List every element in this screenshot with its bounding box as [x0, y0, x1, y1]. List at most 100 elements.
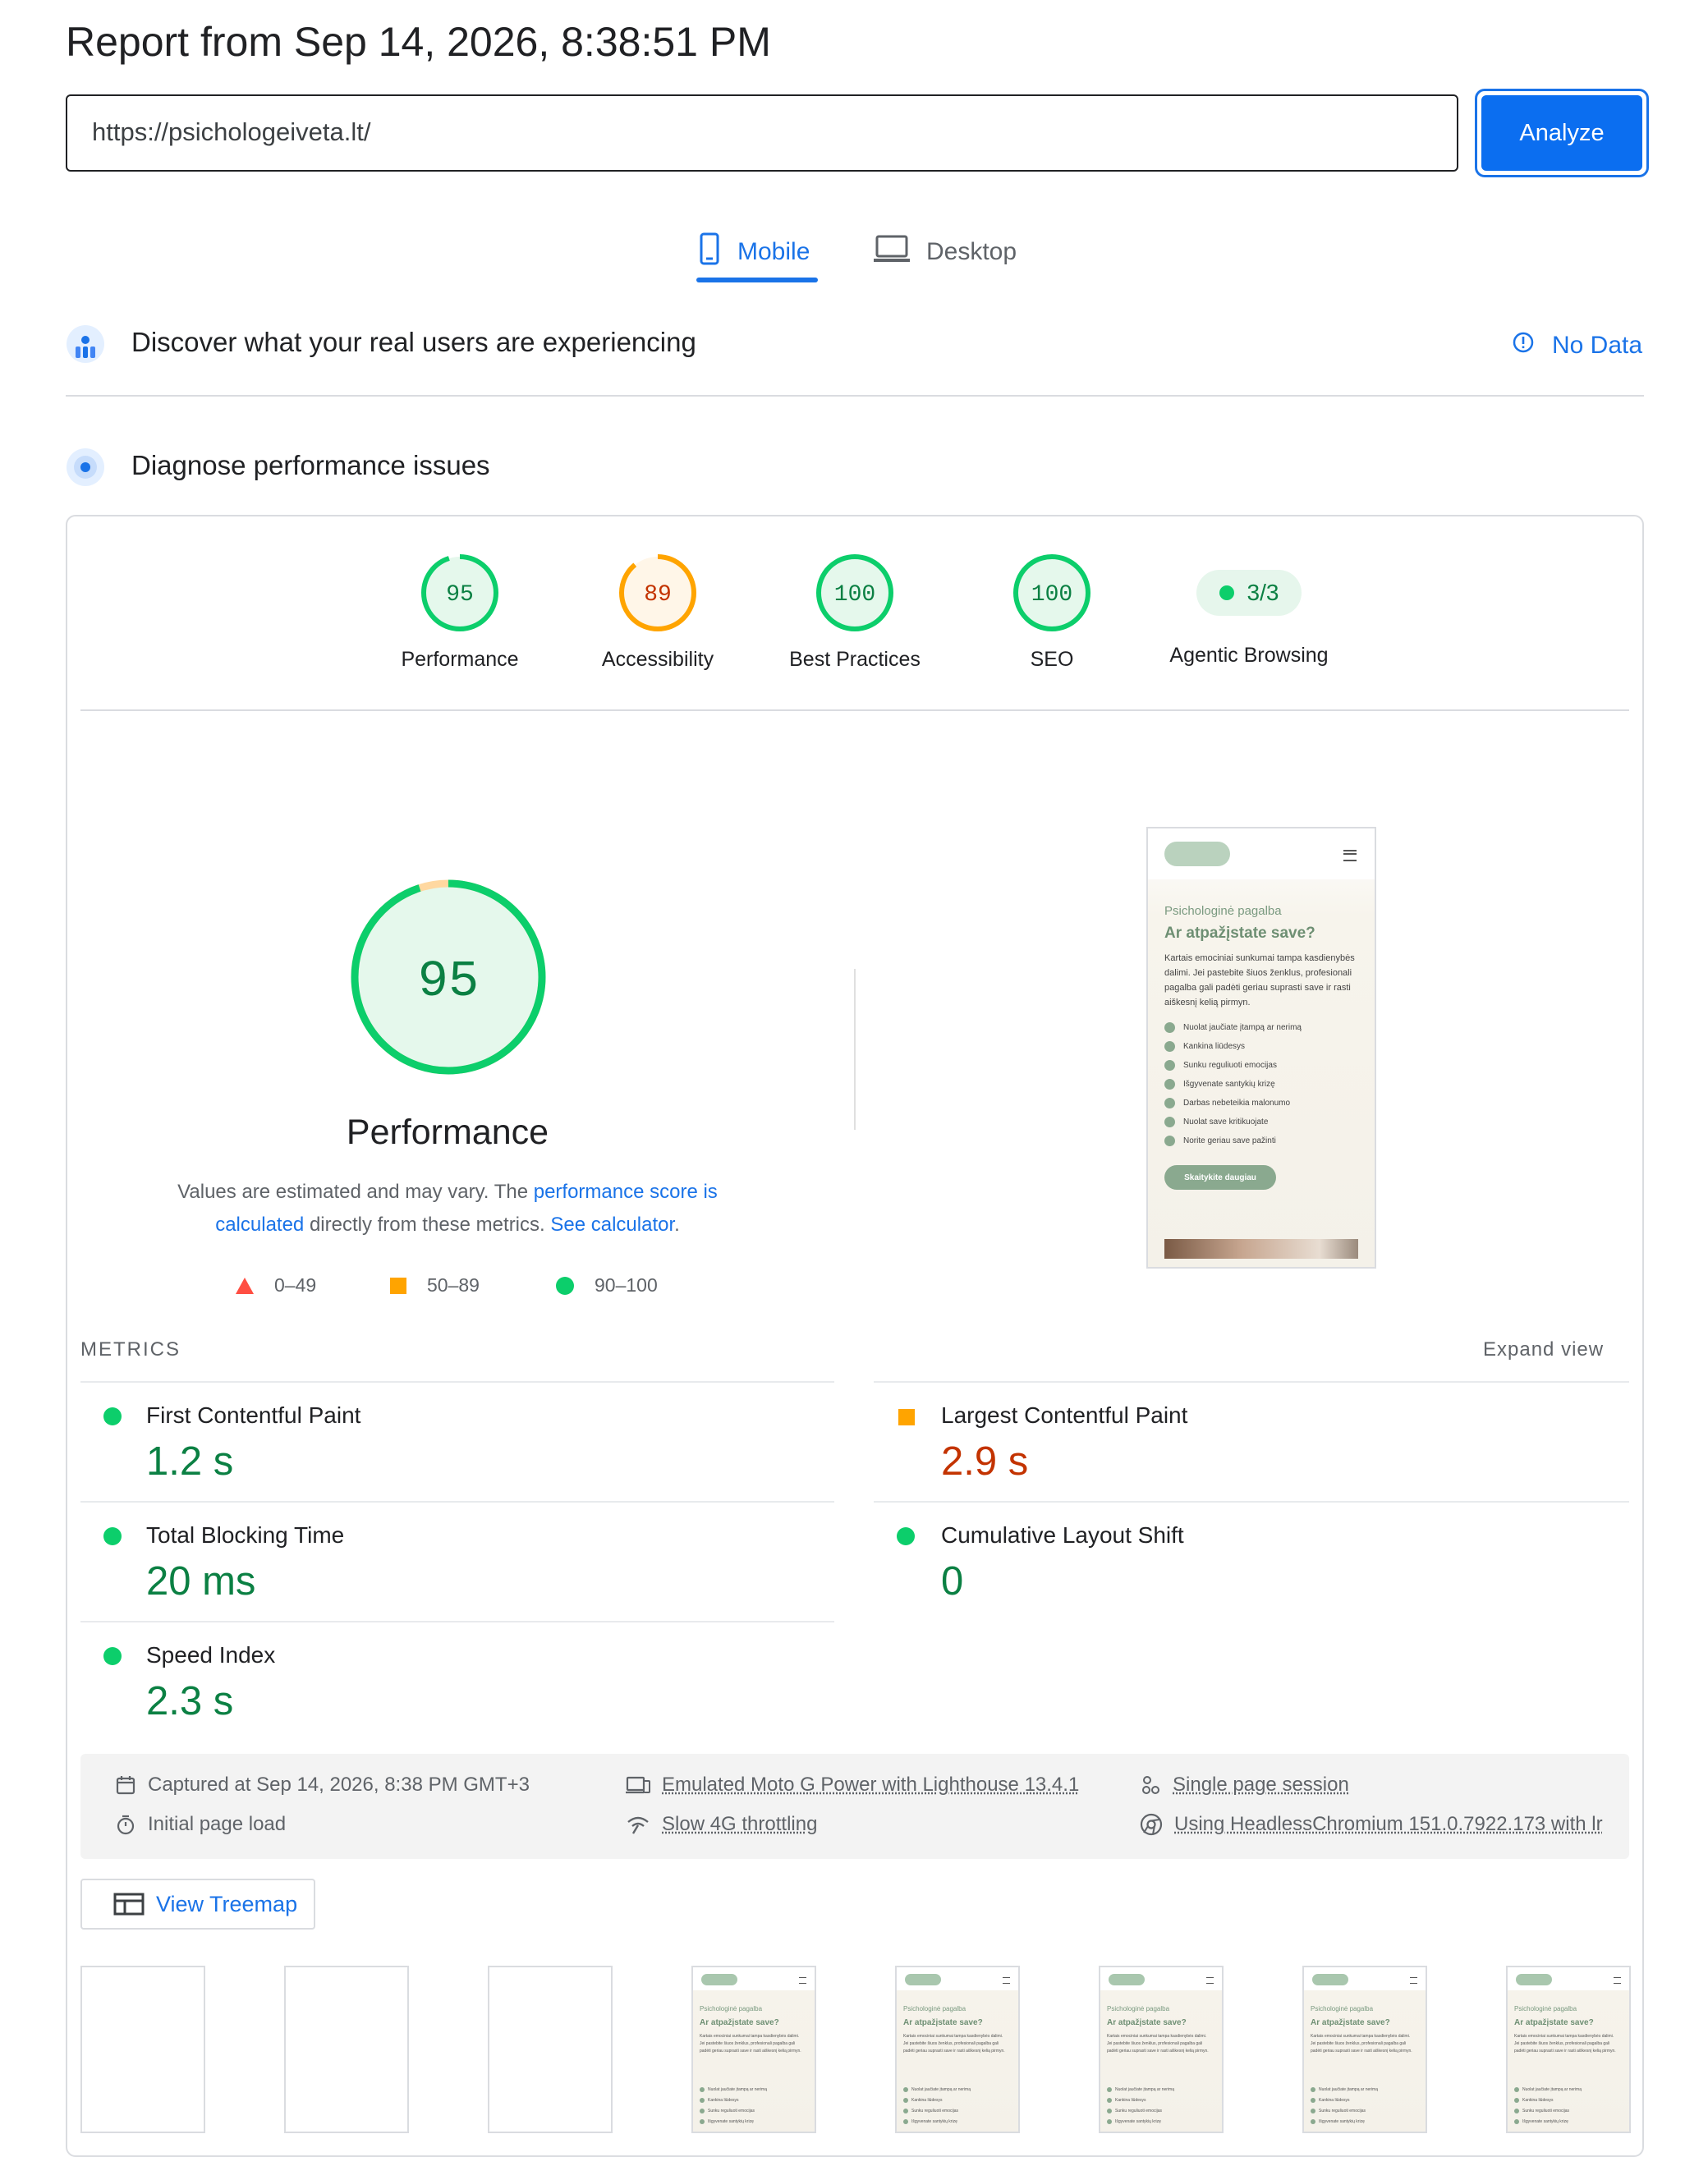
metrics-header: METRICS	[80, 1338, 181, 1361]
info-browser-text[interactable]: Using HeadlessChromium 151.0.7922.173 wi…	[1174, 1813, 1603, 1836]
legend-pass-label: 90–100	[595, 1274, 658, 1296]
check-circle-icon	[1164, 1117, 1175, 1127]
filmstrip-checklist-item: Nuolat jaučiate įtampą ar nerimą	[1107, 2087, 1174, 2092]
seo-score-value: 100	[1031, 582, 1072, 608]
view-treemap-label: View Treemap	[156, 1891, 298, 1916]
score-note: Values are estimated and may vary. The p…	[140, 1176, 755, 1241]
metric-tbt: Total Blocking Time 20 ms	[80, 1503, 834, 1621]
mobile-phone-icon	[700, 232, 719, 272]
final-screenshot[interactable]: Psichologinė pagalba Ar atpažįstate save…	[1146, 827, 1376, 1269]
metric-cls: Cumulative Layout Shift 0	[874, 1503, 1629, 1621]
filmstrip-body: Kartais emociniai sunkumai tampa kasdien…	[1107, 2034, 1209, 2054]
view-treemap-button[interactable]: View Treemap	[80, 1879, 315, 1930]
screenshot-checklist-text: Išgyvenate santykių krizę	[1183, 1080, 1275, 1089]
filmstrip-checklist-item: Sunku reguliuoti emocijas	[700, 2109, 755, 2113]
metric-fcp: First Contentful Paint 1.2 s	[80, 1383, 834, 1501]
check-circle-icon	[1164, 1022, 1175, 1033]
info-browser[interactable]: Using HeadlessChromium 151.0.7922.173 wi…	[1140, 1813, 1616, 1836]
screenshot-checklist-item: Darbas nebeteikia malonumo	[1164, 1094, 1358, 1113]
metric-si: Speed Index 2.3 s	[80, 1622, 834, 1741]
metric-lcp: Largest Contentful Paint 2.9 s	[874, 1383, 1629, 1501]
check-circle-icon	[1164, 1098, 1175, 1108]
filmstrip-eyebrow: Psichologinė pagalba	[700, 2005, 763, 2012]
filmstrip-checklist-item: Kankina liūdesys	[903, 2098, 943, 2103]
check-circle-icon	[700, 2109, 705, 2113]
seo-score-gauge: 100	[1013, 554, 1090, 631]
see-calculator-link[interactable]: See calculator	[550, 1214, 674, 1236]
tab-mobile-label: Mobile	[737, 238, 810, 265]
seo-score-label: SEO	[1030, 648, 1074, 671]
filmstrip-frame: Psichologinė pagalba Ar atpažįstate save?…	[1506, 1966, 1631, 2133]
filmstrip-frame	[80, 1966, 205, 2133]
score-accessibility[interactable]: 89 Accessibility	[576, 552, 740, 672]
best-practices-score-gauge: 100	[816, 554, 893, 631]
accessibility-score-value: 89	[644, 582, 672, 608]
runtime-settings	[80, 1754, 1629, 1859]
hamburger-menu-icon	[1614, 1977, 1621, 1984]
devices-icon	[626, 1776, 650, 1794]
legend-pass: 90–100	[555, 1274, 658, 1296]
performance-score-gauge: 95	[421, 554, 498, 631]
radar-icon	[66, 447, 105, 492]
expand-view-toggle[interactable]: Expand view	[1483, 1338, 1604, 1361]
filmstrip-checklist-item: Išgyvenate santykių krizę	[1107, 2119, 1161, 2124]
filmstrip-checklist-text: Išgyvenate santykių krizę	[708, 2119, 754, 2124]
info-throttle-text[interactable]: Slow 4G throttling	[662, 1813, 817, 1836]
filmstrip-checklist-text: Nuolat jaučiate įtampą ar nerimą	[708, 2087, 767, 2092]
check-circle-icon	[1107, 2087, 1112, 2092]
screenshot-checklist-text: Nuolat save kritikuojate	[1183, 1118, 1269, 1127]
analyze-button[interactable]: Analyze	[1475, 89, 1649, 177]
filmstrip-heading: Ar atpažįstate save?	[1311, 2018, 1390, 2027]
screenshot-checklist-text: Sunku reguliuoti emocijas	[1183, 1061, 1277, 1070]
filmstrip-frame: Psichologinė pagalba Ar atpažįstate save?…	[1302, 1966, 1427, 2133]
filmstrip-logo	[1312, 1974, 1348, 1985]
info-session[interactable]: Single page session	[1140, 1774, 1349, 1797]
info-session-text[interactable]: Single page session	[1173, 1774, 1349, 1797]
info-throttling[interactable]: Slow 4G throttling	[626, 1813, 817, 1836]
pass-circle-icon	[103, 1407, 122, 1425]
info-initial-text: Initial page load	[148, 1813, 287, 1835]
network-signal-icon	[627, 1816, 649, 1834]
screenshot-checklist-text: Norite geriau save pažinti	[1183, 1136, 1276, 1145]
score-agentic-browsing[interactable]: 3/3 Agentic Browsing	[1150, 552, 1348, 668]
check-circle-icon	[1311, 2098, 1315, 2103]
filmstrip-checklist-text: Kankina liūdesys	[1522, 2098, 1554, 2103]
legend-average: 50–89	[389, 1274, 480, 1296]
check-circle-icon	[903, 2109, 908, 2113]
score-best-practices[interactable]: 100 Best Practices	[773, 552, 937, 672]
note-text-2: directly from these metrics.	[304, 1214, 551, 1236]
screenshot-hero-image	[1164, 1239, 1358, 1259]
active-tab-indicator	[696, 278, 818, 282]
filmstrip-eyebrow: Psichologinė pagalba	[903, 2005, 966, 2012]
metric-fcp-value: 1.2 s	[146, 1439, 234, 1484]
filmstrip-checklist-item: Nuolat jaučiate įtampą ar nerimą	[1311, 2087, 1378, 2092]
analyze-button-label: Analyze	[1481, 95, 1642, 171]
filmstrip-checklist-item: Sunku reguliuoti emocijas	[1514, 2109, 1569, 2113]
hamburger-menu-icon	[799, 1977, 806, 1984]
check-circle-icon	[1311, 2087, 1315, 2092]
info-initial-load: Initial page load	[115, 1813, 286, 1836]
filmstrip-checklist-item: Kankina liūdesys	[1311, 2098, 1350, 2103]
info-device-text[interactable]: Emulated Moto G Power with Lighthouse 13…	[662, 1774, 1079, 1797]
score-seo[interactable]: 100 SEO	[970, 552, 1134, 672]
filmstrip-heading: Ar atpažįstate save?	[903, 2018, 983, 2027]
check-circle-icon	[903, 2087, 908, 2092]
filmstrip-checklist-text: Nuolat jaučiate įtampą ar nerimą	[1115, 2087, 1174, 2092]
tab-mobile[interactable]: Mobile	[700, 223, 810, 281]
note-text-1: Values are estimated and may vary. The	[177, 1181, 534, 1203]
filmstrip-frame: Psichologinė pagalba Ar atpažįstate save?…	[1099, 1966, 1224, 2133]
calendar-icon	[116, 1776, 135, 1795]
tab-desktop[interactable]: Desktop	[874, 223, 1017, 281]
screenshot-checklist-item: Kankina liūdesys	[1164, 1037, 1358, 1056]
chrome-icon	[1140, 1813, 1163, 1836]
filmstrip-checklist-item: Išgyvenate santykių krizę	[1311, 2119, 1365, 2124]
performance-big-label: Performance	[346, 1113, 549, 1152]
score-performance[interactable]: 95 Performance	[378, 552, 542, 672]
check-circle-icon	[903, 2098, 908, 2103]
check-circle-icon	[1164, 1079, 1175, 1090]
info-device[interactable]: Emulated Moto G Power with Lighthouse 13…	[626, 1774, 1079, 1797]
info-captured: Captured at Sep 14, 2026, 8:38 PM GMT+3	[115, 1774, 530, 1797]
check-circle-icon	[1514, 2119, 1519, 2124]
filmstrip-checklist-text: Nuolat jaučiate įtampą ar nerimą	[1522, 2087, 1582, 2092]
url-input-value[interactable]: https://psichologeiveta.lt/	[92, 117, 370, 147]
